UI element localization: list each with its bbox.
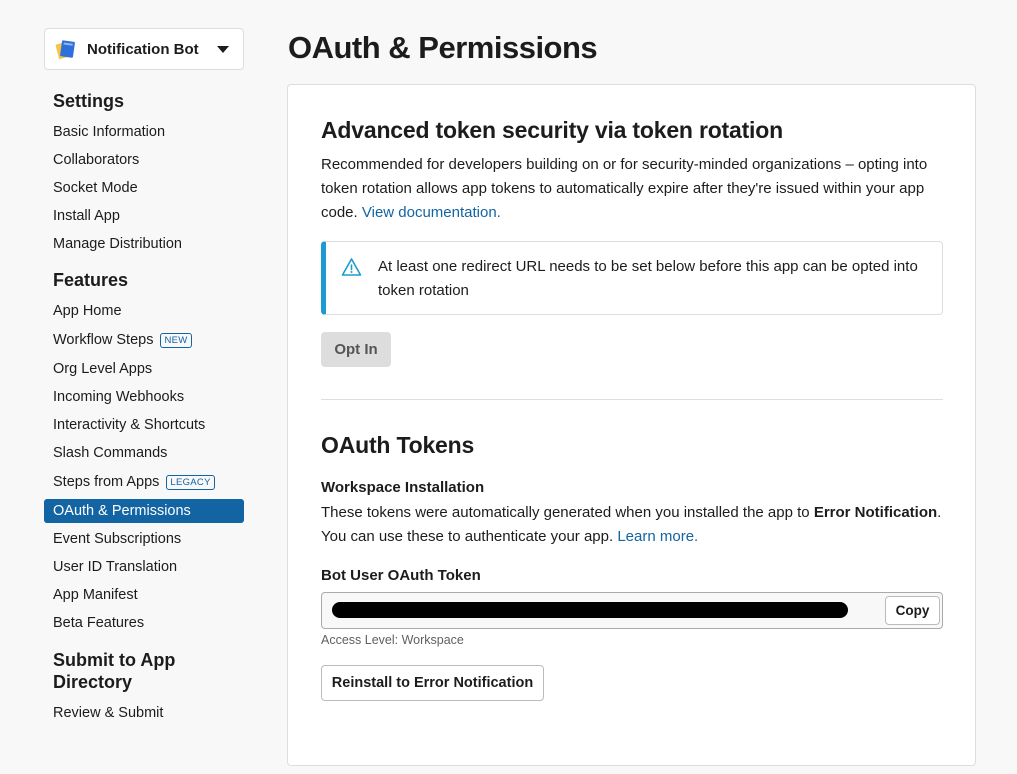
sidebar-item-beta-features[interactable]: Beta Features — [44, 611, 244, 635]
redirect-url-alert: At least one redirect URL needs to be se… — [321, 241, 943, 315]
sidebar-item-app-home[interactable]: App Home — [44, 299, 244, 323]
sidebar-item-org-level-apps[interactable]: Org Level Apps — [44, 357, 244, 381]
sidebar-item-user-id-translation[interactable]: User ID Translation — [44, 555, 244, 579]
sidebar-item-install-app[interactable]: Install App — [44, 204, 244, 228]
features-section: Features App Home Workflow Steps NEW Org … — [44, 269, 244, 635]
token-rotation-title: Advanced token security via token rotati… — [321, 117, 783, 143]
sidebar-item-workflow-steps[interactable]: Workflow Steps NEW — [44, 327, 244, 353]
bot-token-field[interactable]: Copy — [321, 592, 943, 629]
token-rotation-description: Recommended for developers building on o… — [321, 156, 928, 221]
opt-in-button[interactable]: Opt In — [321, 332, 391, 367]
app-logo-icon — [55, 40, 75, 60]
sidebar-item-steps-from-apps[interactable]: Steps from Apps LEGACY — [44, 469, 244, 495]
sidebar-item-manage-distribution[interactable]: Manage Distribution — [44, 232, 244, 256]
new-badge: NEW — [160, 332, 192, 348]
oauth-tokens-title: OAuth Tokens — [321, 432, 475, 458]
sidebar-item-slash-commands[interactable]: Slash Commands — [44, 441, 244, 465]
sidebar-item-review-submit[interactable]: Review & Submit — [44, 701, 244, 725]
bot-token-label: Bot User OAuth Token — [321, 567, 481, 584]
page-title: OAuth & Permissions — [288, 30, 598, 65]
legacy-badge: LEGACY — [166, 474, 215, 490]
learn-more-link[interactable]: Learn more. — [617, 528, 698, 545]
copy-button[interactable]: Copy — [885, 596, 940, 625]
sidebar-item-oauth-permissions[interactable]: OAuth & Permissions — [44, 499, 244, 523]
alert-text: At least one redirect URL needs to be se… — [378, 258, 918, 299]
submit-section: Submit to App Directory Review & Submit — [44, 649, 244, 725]
settings-card: Advanced token security via token rotati… — [287, 84, 976, 766]
reinstall-button[interactable]: Reinstall to Error Notification — [321, 665, 544, 701]
view-documentation-link[interactable]: View documentation. — [362, 204, 501, 221]
sidebar: Notification Bot Settings Basic Informat… — [44, 28, 244, 729]
section-title-settings: Settings — [53, 91, 125, 111]
sidebar-item-incoming-webhooks[interactable]: Incoming Webhooks — [44, 385, 244, 409]
chevron-down-icon — [217, 45, 229, 53]
sidebar-item-app-manifest[interactable]: App Manifest — [44, 583, 244, 607]
app-switcher[interactable]: Notification Bot — [44, 28, 244, 70]
app-name: Notification Bot — [87, 40, 199, 58]
settings-section: Settings Basic Information Collaborators… — [44, 90, 244, 256]
workspace-name: Error Notification — [813, 504, 938, 521]
workspace-installation-heading: Workspace Installation — [321, 479, 485, 496]
sidebar-item-interactivity-shortcuts[interactable]: Interactivity & Shortcuts — [44, 413, 244, 437]
section-divider — [321, 399, 943, 400]
sidebar-item-event-subscriptions[interactable]: Event Subscriptions — [44, 527, 244, 551]
redacted-token — [332, 602, 848, 618]
oauth-tokens-description: These tokens were automatically generate… — [321, 504, 942, 545]
section-title-submit: Submit to App Directory — [53, 650, 176, 692]
access-level-text: Access Level: Workspace — [321, 633, 464, 647]
sidebar-item-basic-information[interactable]: Basic Information — [44, 120, 244, 144]
warning-icon — [341, 258, 362, 276]
sidebar-item-socket-mode[interactable]: Socket Mode — [44, 176, 244, 200]
sidebar-item-collaborators[interactable]: Collaborators — [44, 148, 244, 172]
section-title-features: Features — [53, 270, 129, 290]
